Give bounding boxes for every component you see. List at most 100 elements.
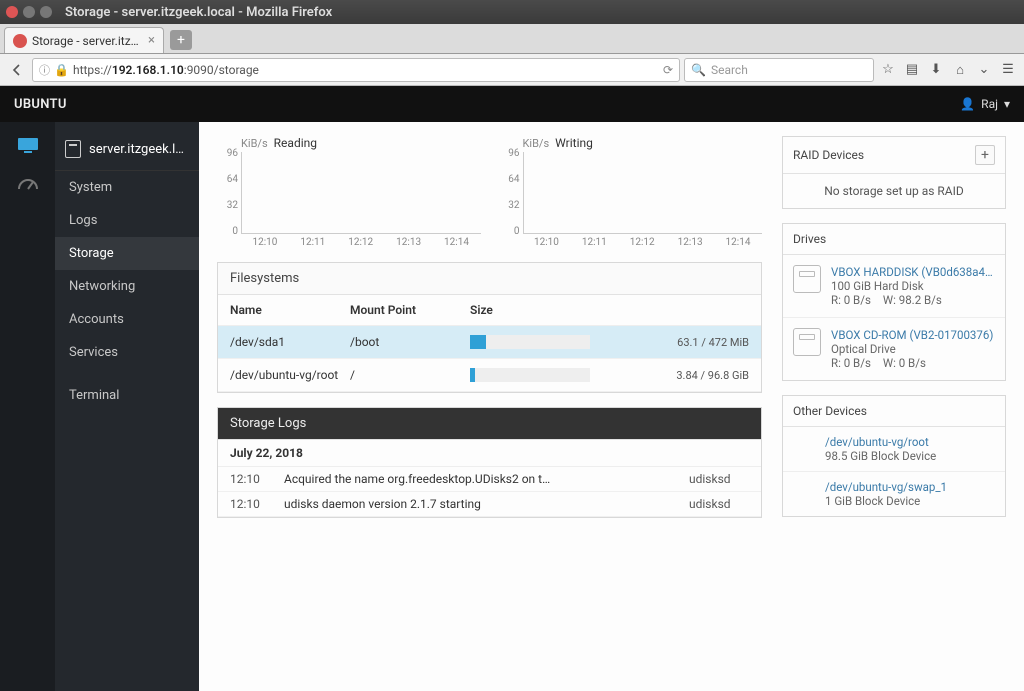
panel-header: Storage Logs xyxy=(218,408,761,440)
fs-mount: /boot xyxy=(350,335,470,349)
window-title: Storage - server.itzgeek.local - Mozilla… xyxy=(65,5,332,20)
host-label: server.itzgeek.l… xyxy=(89,142,184,157)
tab-close-icon[interactable]: × xyxy=(148,33,155,48)
panel-title: Storage Logs xyxy=(230,416,306,431)
card-header: RAID Devices + xyxy=(783,137,1005,174)
library-icon[interactable]: ▤ xyxy=(902,60,922,80)
hard-disk-icon xyxy=(793,328,821,356)
sidebar-item-accounts[interactable]: Accounts xyxy=(55,303,199,336)
col-size: Size xyxy=(470,303,749,317)
device-item[interactable]: /dev/ubuntu-vg/root 98.5 GiB Block Devic… xyxy=(783,427,1005,472)
col-mount: Mount Point xyxy=(350,303,470,317)
window-maximize-icon[interactable] xyxy=(40,6,52,18)
sidebar-item-terminal[interactable]: Terminal xyxy=(55,379,199,412)
chart-plot: 9664320 xyxy=(523,152,763,234)
drive-item[interactable]: VBOX CD-ROM (VB2-01700376) Optical Drive… xyxy=(783,318,1005,380)
sidebar-item-services[interactable]: Services xyxy=(55,336,199,369)
chart-writing: KiB/s Writing 9664320 12:1012:1112:1212:… xyxy=(499,136,763,248)
user-menu[interactable]: 👤 Raj ▾ xyxy=(960,97,1010,111)
raid-card: RAID Devices + No storage set up as RAID xyxy=(782,136,1006,209)
drive-write: W: 0 B/s xyxy=(883,356,926,370)
device-sub: 1 GiB Block Device xyxy=(825,494,995,508)
charts-row: KiB/s Reading 9664320 12:1012:1112:1212:… xyxy=(217,136,762,248)
table-header: Name Mount Point Size xyxy=(218,295,761,326)
log-row[interactable]: 12:10 udisks daemon version 2.1.7 starti… xyxy=(218,492,761,517)
usage-text: 63.1 / 472 MiB xyxy=(677,336,749,349)
window-titlebar: Storage - server.itzgeek.local - Mozilla… xyxy=(0,0,1024,24)
raid-empty: No storage set up as RAID xyxy=(783,174,1005,208)
other-devices-card: Other Devices /dev/ubuntu-vg/root 98.5 G… xyxy=(782,395,1006,517)
drive-name: VBOX HARDDISK (VB0d638a41-… xyxy=(831,265,995,279)
pocket-icon[interactable]: ⌄ xyxy=(974,60,994,80)
new-tab-button[interactable]: + xyxy=(170,30,192,50)
drive-item[interactable]: VBOX HARDDISK (VB0d638a41-… 100 GiB Hard… xyxy=(783,255,1005,318)
content: KiB/s Reading 9664320 12:1012:1112:1212:… xyxy=(199,122,1024,691)
panel-header: Filesystems xyxy=(218,263,761,295)
sidebar-item-logs[interactable]: Logs xyxy=(55,204,199,237)
log-row[interactable]: 12:10 Acquired the name org.freedesktop.… xyxy=(218,467,761,492)
sidebar-item-networking[interactable]: Networking xyxy=(55,270,199,303)
device-name: /dev/ubuntu-vg/swap_1 xyxy=(825,480,995,494)
hard-disk-icon xyxy=(793,265,821,293)
lock-icon: 🔒 xyxy=(54,63,69,77)
main-column: KiB/s Reading 9664320 12:1012:1112:1212:… xyxy=(217,136,762,518)
downloads-icon[interactable]: ⬇ xyxy=(926,60,946,80)
browser-toolbar: ⓘ 🔒 https://192.168.1.10:9090/storage ⟳ … xyxy=(0,54,1024,86)
chart-unit: KiB/s xyxy=(523,137,550,150)
device-name: /dev/ubuntu-vg/root xyxy=(825,435,995,449)
search-placeholder: Search xyxy=(711,63,748,77)
sidebar: server.itzgeek.l… SystemLogsStorageNetwo… xyxy=(55,122,199,691)
url-bar[interactable]: ⓘ 🔒 https://192.168.1.10:9090/storage ⟳ xyxy=(32,58,680,82)
gauge-icon[interactable] xyxy=(16,174,40,192)
log-source: udisksd xyxy=(689,472,749,486)
log-source: udisksd xyxy=(689,497,749,511)
add-raid-button[interactable]: + xyxy=(975,145,995,165)
chart-plot: 9664320 xyxy=(241,152,481,234)
device-sub: 98.5 GiB Block Device xyxy=(825,449,995,463)
card-title: Drives xyxy=(793,232,826,246)
app-body: server.itzgeek.l… SystemLogsStorageNetwo… xyxy=(0,122,1024,691)
arrow-left-icon xyxy=(9,62,25,78)
drive-sub: Optical Drive xyxy=(831,342,995,356)
window-minimize-icon[interactable] xyxy=(23,6,35,18)
log-date: July 22, 2018 xyxy=(218,440,761,467)
user-icon: 👤 xyxy=(960,97,975,111)
menu-icon[interactable]: ☰ xyxy=(998,60,1018,80)
search-bar[interactable]: 🔍 Search xyxy=(684,58,874,82)
fs-name: /dev/sda1 xyxy=(230,335,350,349)
storage-logs-panel: Storage Logs July 22, 2018 12:10 Acquire… xyxy=(217,407,762,518)
card-header: Drives xyxy=(783,224,1005,255)
table-row[interactable]: /dev/ubuntu-vg/root / 3.84 / 96.8 GiB xyxy=(218,359,761,392)
home-icon[interactable]: ⌂ xyxy=(950,60,970,80)
icon-rail xyxy=(0,122,55,691)
fs-name: /dev/ubuntu-vg/root xyxy=(230,368,350,382)
app-root: UBUNTU 👤 Raj ▾ server.itzgeek.l… SystemL… xyxy=(0,86,1024,691)
log-time: 12:10 xyxy=(230,497,272,511)
search-icon: 🔍 xyxy=(691,63,706,77)
filesystems-panel: Filesystems Name Mount Point Size /dev/s… xyxy=(217,262,762,393)
app-header: UBUNTU 👤 Raj ▾ xyxy=(0,86,1024,122)
dashboard-icon[interactable] xyxy=(16,136,40,154)
sidebar-item-system[interactable]: System xyxy=(55,171,199,204)
drives-card: Drives VBOX HARDDISK (VB0d638a41-… 100 G… xyxy=(782,223,1006,381)
server-icon xyxy=(65,140,81,158)
chart-reading: KiB/s Reading 9664320 12:1012:1112:1212:… xyxy=(217,136,481,248)
chart-unit: KiB/s xyxy=(241,137,268,150)
drive-read: R: 0 B/s xyxy=(831,293,871,307)
panel-title: Filesystems xyxy=(230,271,299,286)
reload-icon[interactable]: ⟳ xyxy=(663,63,673,77)
window-close-icon[interactable] xyxy=(6,6,18,18)
sidebar-item-storage[interactable]: Storage xyxy=(55,237,199,270)
back-button[interactable] xyxy=(6,59,28,81)
card-title: Other Devices xyxy=(793,404,867,418)
log-msg: udisks daemon version 2.1.7 starting xyxy=(284,497,677,511)
fs-mount: / xyxy=(350,368,470,382)
host-selector[interactable]: server.itzgeek.l… xyxy=(55,132,199,171)
card-header: Other Devices xyxy=(783,396,1005,427)
device-item[interactable]: /dev/ubuntu-vg/swap_1 1 GiB Block Device xyxy=(783,472,1005,516)
browser-tab[interactable]: Storage - server.itzgee × xyxy=(4,27,164,53)
bookmark-star-icon[interactable]: ☆ xyxy=(878,60,898,80)
usage-text: 3.84 / 96.8 GiB xyxy=(676,369,749,382)
table-row[interactable]: /dev/sda1 /boot 63.1 / 472 MiB xyxy=(218,326,761,359)
usage-bar xyxy=(470,368,590,382)
